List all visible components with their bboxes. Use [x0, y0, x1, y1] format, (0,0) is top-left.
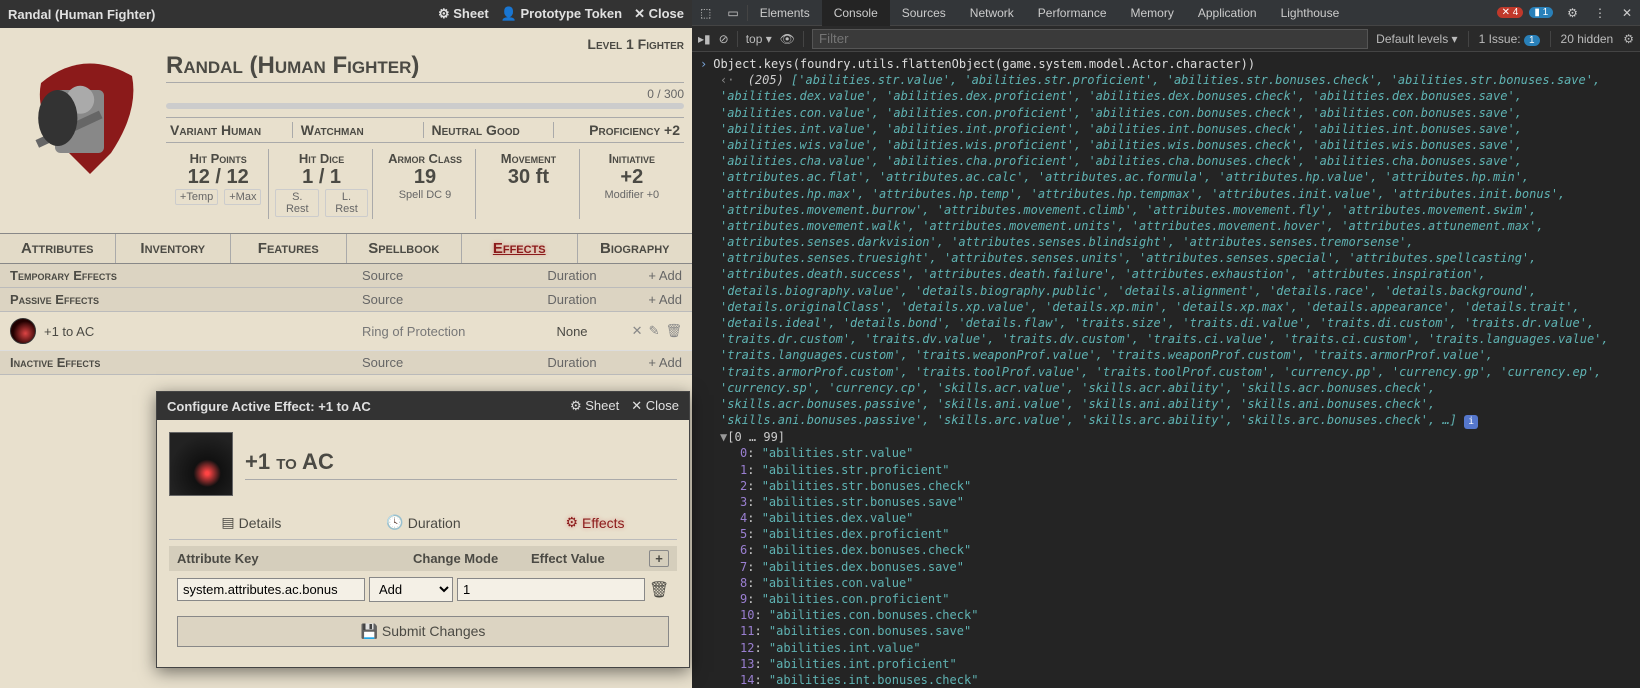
config-tab-details[interactable]: ▤ Details: [221, 514, 281, 531]
summary-proficiency: Proficiency +2: [558, 122, 684, 138]
error-badge[interactable]: ✕ 4: [1497, 7, 1524, 18]
summary-background[interactable]: Watchman: [297, 122, 424, 138]
array-preview[interactable]: ['abilities.str.value', 'abilities.str.p…: [720, 73, 1609, 427]
console-settings-icon[interactable]: ⚙: [1623, 32, 1634, 46]
tab-effects[interactable]: Effects: [462, 234, 578, 263]
config-tab-effects[interactable]: ⚙ Effects: [565, 514, 624, 531]
array-item[interactable]: 7: "abilities.dex.bonuses.save": [700, 559, 1632, 575]
array-item[interactable]: 9: "abilities.con.proficient": [700, 591, 1632, 607]
array-item[interactable]: 1: "abilities.str.proficient": [700, 462, 1632, 478]
array-item[interactable]: 10: "abilities.con.bonuses.check": [700, 607, 1632, 623]
summary-alignment[interactable]: Neutral Good: [428, 122, 555, 138]
settings-icon[interactable]: ⚙: [1559, 6, 1586, 20]
console-filter[interactable]: [812, 29, 1368, 49]
close-devtools-icon[interactable]: ✕: [1614, 6, 1640, 20]
character-portrait[interactable]: [8, 36, 158, 186]
eye-icon[interactable]: 👁: [780, 32, 795, 46]
dt-tab-sources[interactable]: Sources: [890, 0, 958, 26]
dt-tab-performance[interactable]: Performance: [1026, 0, 1119, 26]
section-inactive: Inactive Effects Source Duration + Add: [0, 351, 692, 375]
configure-effect-popup: Configure Active Effect: +1 to AC ⚙ Shee…: [156, 391, 690, 668]
tab-spellbook[interactable]: Spellbook: [347, 234, 463, 263]
context-selector[interactable]: top ▾: [746, 32, 772, 46]
add-temp-effect[interactable]: + Add: [622, 268, 682, 283]
config-header: Configure Active Effect: +1 to AC ⚙ Shee…: [157, 392, 689, 420]
console-output[interactable]: ›Object.keys(foundry.utils.flattenObject…: [692, 52, 1640, 688]
array-item[interactable]: 6: "abilities.dex.bonuses.check": [700, 542, 1632, 558]
info-icon[interactable]: i: [1464, 415, 1478, 429]
config-close-action[interactable]: ✕ Close: [631, 398, 679, 414]
stat-initiative: Initiative +2 Modifier +0: [582, 149, 682, 219]
stat-hd: Hit Dice 1 / 1 S. RestL. Rest: [271, 149, 372, 219]
config-sheet-action[interactable]: ⚙ Sheet: [570, 398, 619, 414]
add-passive-effect[interactable]: + Add: [622, 292, 682, 307]
stat-hp: Hit Points 12 / 12 +Temp+Max: [168, 149, 269, 219]
sheet-action-sheet[interactable]: ⚙ Sheet: [438, 6, 489, 22]
tab-features[interactable]: Features: [231, 234, 347, 263]
change-mode-select[interactable]: Add: [369, 577, 453, 602]
dt-tab-memory[interactable]: Memory: [1119, 0, 1186, 26]
section-temporary: Temporary Effects Source Duration + Add: [0, 264, 692, 288]
effect-row[interactable]: +1 to AC Ring of Protection None ✕ ✎ 🗑: [0, 312, 692, 351]
array-item[interactable]: 12: "abilities.int.value": [700, 640, 1632, 656]
array-item[interactable]: 5: "abilities.dex.proficient": [700, 526, 1632, 542]
add-change-row[interactable]: +: [649, 550, 669, 567]
dt-tab-elements[interactable]: Elements: [748, 0, 822, 26]
xp-bar: [166, 103, 684, 109]
tab-attributes[interactable]: Attributes: [0, 234, 116, 263]
console-sidebar-toggle[interactable]: ▸▮: [698, 32, 711, 46]
summary-race[interactable]: Variant Human: [166, 122, 293, 138]
effect-toggle-icon[interactable]: ✕: [632, 323, 643, 339]
delete-row-icon[interactable]: 🗑: [649, 580, 669, 600]
effect-delete-icon[interactable]: 🗑: [665, 323, 682, 339]
config-tab-duration[interactable]: 🕓 Duration: [386, 514, 460, 531]
array-item[interactable]: 13: "abilities.int.proficient": [700, 656, 1632, 672]
config-ring-icon[interactable]: [169, 432, 233, 496]
sheet-header: Randal (Human Fighter) ⚙ Sheet 👤 Prototy…: [0, 0, 692, 28]
array-item[interactable]: 11: "abilities.con.bonuses.save": [700, 623, 1632, 639]
submit-changes-button[interactable]: 💾 Submit Changes: [177, 616, 669, 647]
sheet-title: Randal (Human Fighter): [8, 7, 438, 22]
dt-tab-application[interactable]: Application: [1186, 0, 1269, 26]
effect-value-input[interactable]: [457, 578, 645, 601]
more-icon[interactable]: ⋮: [1586, 6, 1614, 20]
tab-inventory[interactable]: Inventory: [116, 234, 232, 263]
array-item[interactable]: 0: "abilities.str.value": [700, 445, 1632, 461]
array-item[interactable]: 14: "abilities.int.bonuses.check": [700, 672, 1632, 688]
hidden-count: 20 hidden: [1561, 32, 1614, 46]
sheet-action-close[interactable]: ✕ Close: [634, 6, 684, 22]
array-item[interactable]: 2: "abilities.str.bonuses.check": [700, 478, 1632, 494]
dt-tab-console[interactable]: Console: [822, 0, 890, 26]
level-line: Level 1 Fighter: [166, 36, 684, 52]
devtools-tabs: ⬚ ▭ Elements Console Sources Network Per…: [692, 0, 1640, 26]
info-badge[interactable]: ▮ 1: [1529, 7, 1553, 18]
array-item[interactable]: 3: "abilities.str.bonuses.save": [700, 494, 1632, 510]
xp-text: 0 / 300: [166, 87, 684, 101]
tab-biography[interactable]: Biography: [578, 234, 693, 263]
section-passive: Passive Effects Source Duration + Add: [0, 288, 692, 312]
inspect-icon[interactable]: ⬚: [692, 6, 719, 20]
array-item[interactable]: 4: "abilities.dex.value": [700, 510, 1632, 526]
dt-tab-lighthouse[interactable]: Lighthouse: [1269, 0, 1352, 26]
sheet-action-prototype[interactable]: 👤 Prototype Token: [501, 6, 622, 22]
config-label[interactable]: +1 to AC: [245, 449, 677, 480]
device-icon[interactable]: ▭: [719, 6, 746, 20]
dt-tab-network[interactable]: Network: [958, 0, 1026, 26]
stat-movement: Movement 30 ft: [478, 149, 579, 219]
character-name[interactable]: Randal (Human Fighter): [166, 52, 684, 83]
clear-console-icon[interactable]: ⊘: [719, 32, 729, 46]
console-toolbar: ▸▮ ⊘ top ▾ 👁 Default levels ▾ 1 Issue: 1…: [692, 26, 1640, 52]
console-command: ›Object.keys(foundry.utils.flattenObject…: [700, 56, 1632, 72]
levels-selector[interactable]: Default levels ▾: [1376, 32, 1457, 46]
add-inactive-effect[interactable]: + Add: [622, 355, 682, 370]
issues-indicator[interactable]: 1 Issue: 1: [1479, 32, 1540, 46]
sheet-tabs: Attributes Inventory Features Spellbook …: [0, 233, 692, 264]
attribute-key-input[interactable]: [177, 578, 365, 601]
ring-icon: [10, 318, 36, 344]
effect-edit-icon[interactable]: ✎: [649, 323, 660, 339]
array-item[interactable]: 8: "abilities.con.value": [700, 575, 1632, 591]
stat-ac: Armor Class 19 Spell DC 9: [375, 149, 476, 219]
